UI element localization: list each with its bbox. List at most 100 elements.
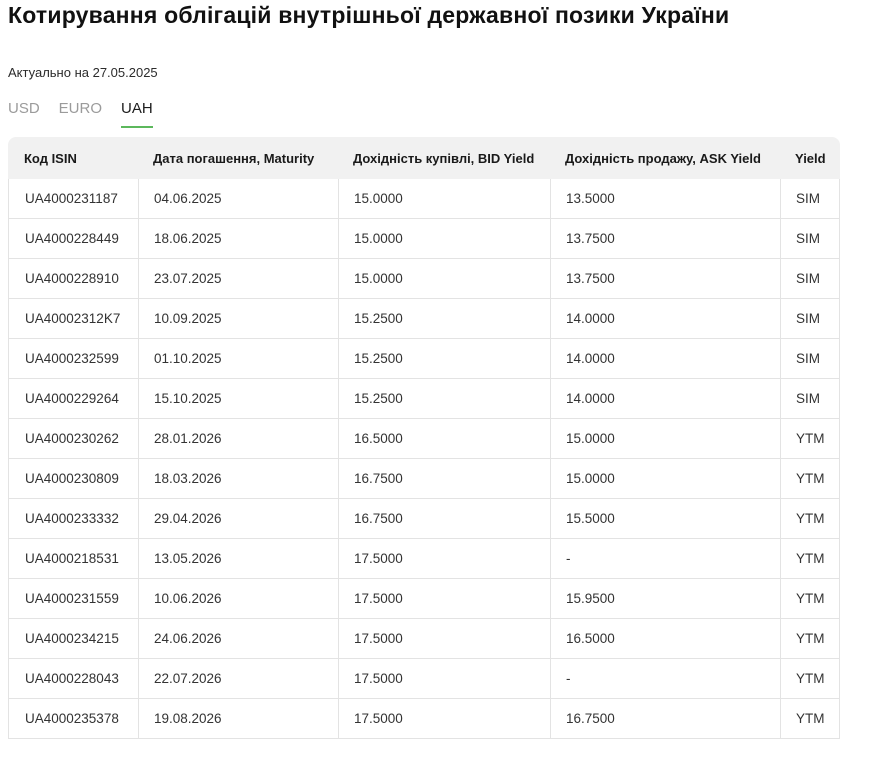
table-row: UA4000218531 13.05.2026 17.5000- YTM <box>8 539 840 579</box>
cell-ask-yield: 15.9500 <box>550 579 780 619</box>
cell-bid-yield: 15.0000 <box>338 259 550 299</box>
table-row: UA4000229264 15.10.2025 15.2500 14.0000 SIM <box>8 379 840 419</box>
cell-bid-yield: 17.5000 <box>338 539 550 579</box>
page-title: Котирування облігацій внутрішньої держав… <box>8 2 730 28</box>
cell-bid-yield: 17.5000 <box>338 659 550 699</box>
cell-maturity: 18.06.2025 <box>138 219 338 259</box>
cell-isin: UA4000228449 <box>8 219 138 259</box>
cell-isin: UA40002312K7 <box>8 299 138 339</box>
column-header-yield-type: Yield <box>780 137 840 179</box>
cell-yield-type: YTM <box>780 499 840 539</box>
bond-quotes-page: Котирування облігацій внутрішньої держав… <box>0 2 873 739</box>
cell-yield-type: YTM <box>780 459 840 499</box>
cell-bid-yield: 15.2500 <box>338 299 550 339</box>
cell-isin: UA4000230809 <box>8 459 138 499</box>
column-header-bid-yield: Дохідність купівлі, BID Yield <box>338 137 550 179</box>
cell-ask-yield: 14.0000 <box>550 379 780 419</box>
cell-isin: UA4000232599 <box>8 339 138 379</box>
table-row: UA4000230262 28.01.2026 16.5000 15.0000 YTM <box>8 419 840 459</box>
cell-maturity: 18.03.2026 <box>138 459 338 499</box>
cell-isin: UA4000218531 <box>8 539 138 579</box>
cell-maturity: 10.06.2026 <box>138 579 338 619</box>
updated-date-label: Актуально на 27.05.2025 <box>8 65 158 80</box>
cell-bid-yield: 16.7500 <box>338 499 550 539</box>
cell-isin: UA4000230262 <box>8 419 138 459</box>
cell-yield-type: SIM <box>780 379 840 419</box>
column-header-ask-yield: Дохідність продажу, ASK Yield <box>550 137 780 179</box>
cell-maturity: 15.10.2025 <box>138 379 338 419</box>
cell-bid-yield: 15.0000 <box>338 179 550 219</box>
cell-bid-yield: 15.2500 <box>338 339 550 379</box>
cell-maturity: 13.05.2026 <box>138 539 338 579</box>
cell-yield-type: SIM <box>780 299 840 339</box>
cell-ask-yield: 14.0000 <box>550 299 780 339</box>
table-row: UA40002312K7 10.09.2025 15.2500 14.0000 SIM <box>8 299 840 339</box>
table-row: UA4000232599 01.10.2025 15.2500 14.0000 SIM <box>8 339 840 379</box>
tab-uah[interactable]: UAH <box>121 100 153 128</box>
column-header-maturity: Дата погашення, Maturity <box>138 137 338 179</box>
table-row: UA4000230809 18.03.2026 16.7500 15.0000 YTM <box>8 459 840 499</box>
table-row: UA4000228449 18.06.2025 15.0000 13.7500 SIM <box>8 219 840 259</box>
cell-maturity: 29.04.2026 <box>138 499 338 539</box>
table-header-row: Код ISIN Дата погашення, Maturity Дохідніс… <box>8 137 840 179</box>
table-row: UA4000228910 23.07.2025 15.0000 13.7500 SIM <box>8 259 840 299</box>
tab-usd[interactable]: USD <box>8 100 40 128</box>
tab-euro[interactable]: EURO <box>59 100 102 128</box>
bonds-table: Код ISIN Дата погашення, Maturity Дохідніс… <box>8 137 840 739</box>
cell-yield-type: YTM <box>780 699 840 739</box>
table-row: UA4000235378 19.08.2026 17.5000 16.7500 YTM <box>8 699 840 739</box>
cell-maturity: 10.09.2025 <box>138 299 338 339</box>
cell-yield-type: SIM <box>780 339 840 379</box>
table-row: UA4000231559 10.06.2026 17.5000 15.9500 YTM <box>8 579 840 619</box>
cell-isin: UA4000235378 <box>8 699 138 739</box>
cell-yield-type: SIM <box>780 219 840 259</box>
bonds-table-body: UA4000231187 04.06.2025 15.0000 13.5000 SIM U… <box>8 179 840 739</box>
cell-ask-yield: - <box>550 539 780 579</box>
cell-maturity: 28.01.2026 <box>138 419 338 459</box>
cell-bid-yield: 16.5000 <box>338 419 550 459</box>
cell-maturity: 19.08.2026 <box>138 699 338 739</box>
cell-isin: UA4000233332 <box>8 499 138 539</box>
cell-ask-yield: 15.0000 <box>550 419 780 459</box>
cell-maturity: 23.07.2025 <box>138 259 338 299</box>
cell-maturity: 22.07.2026 <box>138 659 338 699</box>
cell-yield-type: SIM <box>780 179 840 219</box>
cell-yield-type: YTM <box>780 419 840 459</box>
cell-ask-yield: 15.5000 <box>550 499 780 539</box>
cell-bid-yield: 16.7500 <box>338 459 550 499</box>
cell-ask-yield: 14.0000 <box>550 339 780 379</box>
cell-bid-yield: 17.5000 <box>338 619 550 659</box>
cell-yield-type: YTM <box>780 539 840 579</box>
cell-isin: UA4000231559 <box>8 579 138 619</box>
cell-bid-yield: 15.0000 <box>338 219 550 259</box>
column-header-isin: Код ISIN <box>8 137 138 179</box>
cell-maturity: 04.06.2025 <box>138 179 338 219</box>
cell-bid-yield: 17.5000 <box>338 579 550 619</box>
cell-ask-yield: 13.7500 <box>550 219 780 259</box>
cell-ask-yield: 15.0000 <box>550 459 780 499</box>
table-row: UA4000233332 29.04.2026 16.7500 15.5000 YTM <box>8 499 840 539</box>
bonds-table-wrap: Код ISIN Дата погашення, Maturity Дохідніс… <box>8 137 840 739</box>
currency-tabs: USD EURO UAH <box>8 100 840 128</box>
cell-ask-yield: 16.5000 <box>550 619 780 659</box>
cell-isin: UA4000228043 <box>8 659 138 699</box>
table-row: UA4000228043 22.07.2026 17.5000- YTM <box>8 659 840 699</box>
cell-yield-type: YTM <box>780 579 840 619</box>
cell-bid-yield: 17.5000 <box>338 699 550 739</box>
cell-maturity: 01.10.2025 <box>138 339 338 379</box>
cell-maturity: 24.06.2026 <box>138 619 338 659</box>
cell-ask-yield: 13.5000 <box>550 179 780 219</box>
cell-isin: UA4000228910 <box>8 259 138 299</box>
cell-yield-type: YTM <box>780 659 840 699</box>
cell-ask-yield: 16.7500 <box>550 699 780 739</box>
cell-ask-yield: - <box>550 659 780 699</box>
cell-ask-yield: 13.7500 <box>550 259 780 299</box>
table-row: UA4000231187 04.06.2025 15.0000 13.5000 SIM <box>8 179 840 219</box>
table-row: UA4000234215 24.06.2026 17.5000 16.5000 YTM <box>8 619 840 659</box>
cell-isin: UA4000234215 <box>8 619 138 659</box>
cell-yield-type: SIM <box>780 259 840 299</box>
cell-yield-type: YTM <box>780 619 840 659</box>
cell-isin: UA4000229264 <box>8 379 138 419</box>
cell-isin: UA4000231187 <box>8 179 138 219</box>
cell-bid-yield: 15.2500 <box>338 379 550 419</box>
